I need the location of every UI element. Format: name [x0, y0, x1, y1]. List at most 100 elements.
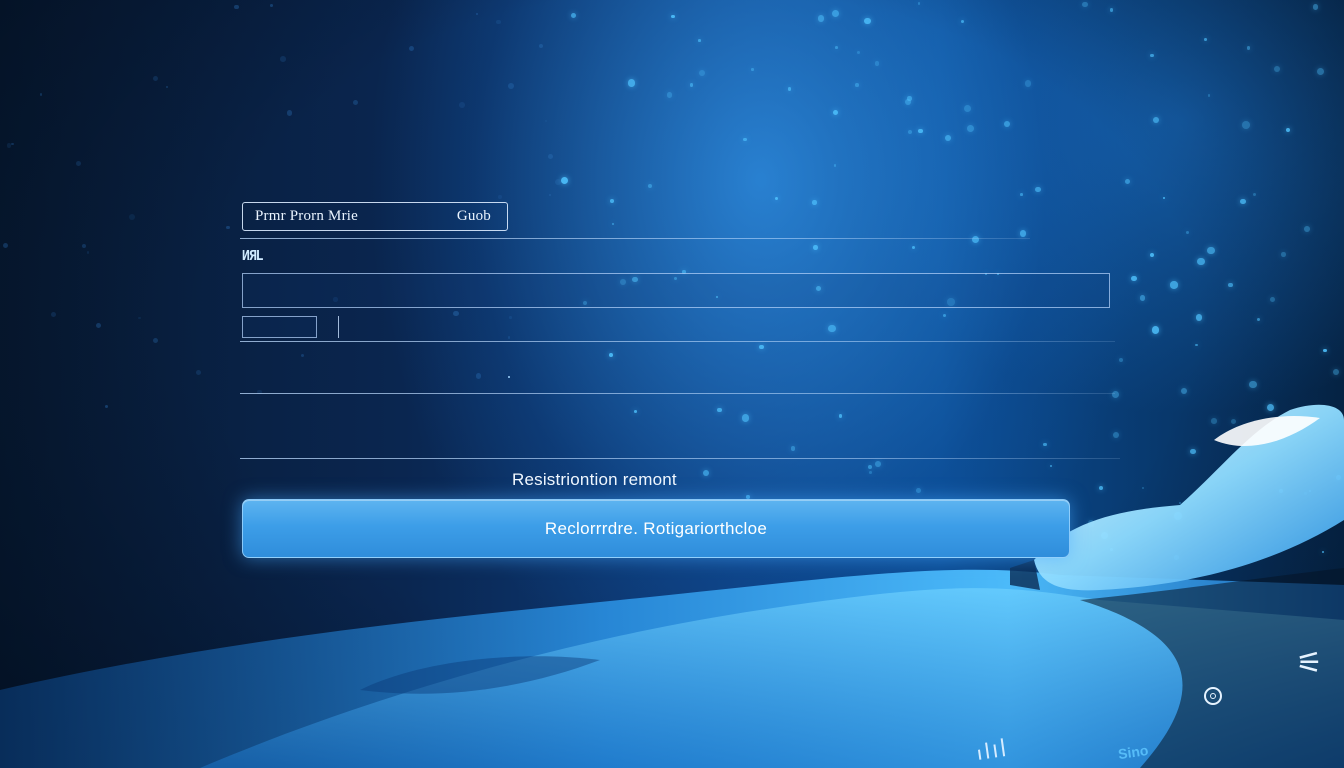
particle-dot: [50, 311, 56, 317]
particle-dot: [1266, 403, 1275, 411]
particle-dot: [1109, 8, 1114, 13]
short-input[interactable]: [242, 316, 317, 338]
particle-dot: [1316, 67, 1325, 76]
particle-dot: [538, 44, 543, 48]
particle-dot: [751, 68, 754, 71]
particle-dot: [904, 98, 912, 106]
particle-dot: [152, 75, 158, 82]
particle-dot: [1149, 53, 1154, 58]
particle-dot: [874, 61, 880, 66]
particle-dot: [1269, 297, 1275, 303]
particle-dot: [95, 323, 101, 329]
particle-dot: [105, 404, 109, 408]
particle-dot: [787, 87, 792, 92]
particle-dot: [1162, 196, 1166, 200]
particle-dot: [1204, 38, 1207, 42]
particle-dot: [270, 3, 273, 7]
particle-dot: [1240, 198, 1246, 205]
submit-button[interactable]: Reclorrrdre. Rotigariorthcloe: [242, 499, 1070, 558]
particle-dot: [571, 13, 577, 19]
particle-dot: [666, 92, 673, 98]
particle-dot: [496, 19, 501, 25]
device-label: Sino: [1117, 741, 1150, 763]
particle-dot: [856, 50, 860, 55]
particle-dot: [1231, 418, 1237, 424]
particle-dot: [352, 99, 358, 105]
particle-dot: [1131, 275, 1138, 282]
form-header-action[interactable]: Guob: [457, 208, 491, 225]
cursor-dot: [508, 376, 510, 378]
particle-dot: [961, 19, 965, 23]
particle-dot: [831, 10, 839, 18]
particle-dot: [1197, 257, 1205, 265]
particle-dot: [1174, 512, 1183, 521]
particle-dot: [671, 14, 675, 19]
divider-line: [240, 238, 1030, 239]
particle-dot: [226, 225, 230, 230]
particle-dot: [1180, 387, 1188, 395]
particle-dot: [2, 242, 8, 248]
particle-dot: [1281, 251, 1286, 257]
particle-dot: [1170, 281, 1178, 289]
particle-dot: [87, 251, 90, 254]
form-header-tab[interactable]: Prmr Prorn Mrie Guob: [242, 202, 508, 231]
particle-dot: [1252, 192, 1257, 197]
particle-dot: [1195, 343, 1198, 347]
particle-dot: [1125, 179, 1131, 185]
particle-dot: [196, 369, 201, 375]
particle-dot: [1024, 80, 1031, 87]
particle-dot: [1195, 314, 1203, 322]
particle-dot: [1274, 65, 1281, 72]
particle-dot: [1178, 501, 1181, 505]
particle-dot: [1309, 489, 1312, 492]
particle-dot: [6, 142, 12, 148]
particle-dot: [1257, 318, 1261, 322]
particle-dot: [1304, 492, 1307, 495]
divider-line: [240, 458, 1120, 459]
particle-dot: [1228, 282, 1233, 288]
particle-dot: [129, 213, 136, 220]
particle-dot: [1035, 186, 1041, 193]
particle-dot: [1207, 246, 1215, 255]
particle-dot: [459, 102, 466, 108]
particle-dot: [1247, 46, 1251, 50]
particle-dot: [475, 13, 478, 16]
particle-dot: [1323, 348, 1327, 353]
particle-dot: [966, 125, 974, 133]
particle-dot: [742, 137, 747, 142]
particle-dot: [165, 86, 168, 89]
particle-dot: [555, 179, 562, 186]
particle-dot: [286, 110, 293, 116]
particle-dot: [76, 161, 82, 167]
particle-dot: [1139, 295, 1146, 301]
power-icon[interactable]: [1204, 687, 1222, 705]
particle-dot: [1190, 449, 1196, 455]
particle-dot: [1249, 380, 1257, 389]
particle-dot: [561, 176, 569, 184]
particle-dot: [833, 164, 837, 167]
particle-dot: [918, 128, 923, 134]
primary-input[interactable]: [242, 273, 1110, 308]
particle-dot: [1241, 121, 1250, 130]
particle-dot: [944, 134, 951, 141]
particle-dot: [697, 39, 701, 43]
particle-dot: [864, 17, 871, 25]
particle-dot: [963, 104, 972, 113]
particle-dot: [10, 142, 14, 146]
particle-dot: [82, 244, 87, 249]
particle-dot: [817, 15, 825, 22]
gesture-icon[interactable]: ⚟: [1296, 646, 1323, 681]
particle-dot: [544, 119, 547, 123]
particle-dot: [1004, 120, 1011, 127]
particle-dot: [1285, 128, 1291, 133]
particle-dot: [833, 109, 839, 115]
particle-dot: [1142, 486, 1145, 489]
particle-dot: [1149, 252, 1154, 257]
particle-dot: [1153, 116, 1160, 124]
particle-dot: [917, 2, 921, 5]
long-input[interactable]: [338, 316, 1118, 338]
particle-dot: [698, 69, 706, 77]
particle-dot: [647, 183, 653, 189]
particle-dot: [1207, 94, 1211, 97]
particle-dot: [1332, 368, 1339, 375]
